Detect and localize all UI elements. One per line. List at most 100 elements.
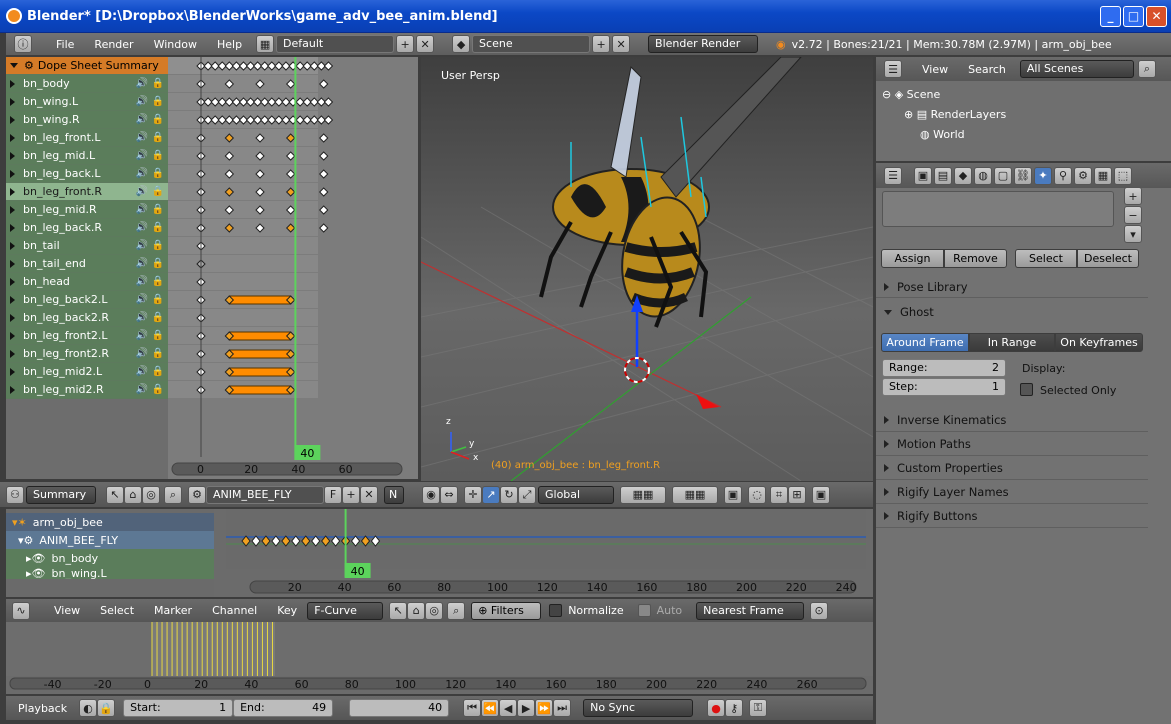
3d-viewport[interactable]: User Persp z y x (40) arm_obj_bee: bn_l… [421,57,873,481]
channel-mute-lock-icons[interactable]: 🔊 🔒 [136,240,164,251]
pivot-icon[interactable]: ⇔ [440,485,458,504]
remove-group-icon[interactable]: − [1124,206,1142,224]
add-layout-icon[interactable]: + [396,35,415,53]
channel-row[interactable]: bn_leg_mid2.L 🔊 🔒 [6,363,168,381]
n-dropdown[interactable]: N [384,485,404,504]
render-tab-icon[interactable]: ▣ [914,166,932,185]
selected-only-checkbox[interactable] [1020,383,1033,396]
add-group-icon[interactable]: + [1124,187,1142,205]
channel-mute-lock-icons[interactable]: 🔊 🔒 [136,312,164,323]
dopesheet-mode-dropdown[interactable]: Summary [26,485,96,504]
menu-render[interactable]: Render [84,38,143,51]
bone-constraint-tab-icon[interactable]: ⚲ [1054,166,1072,185]
dopesheet-search-icon[interactable]: ⌕ [164,485,182,504]
expand-icon[interactable] [10,79,15,88]
bone-tab-icon[interactable]: ✦ [1034,166,1052,185]
proportional-icon[interactable]: ◌ [748,485,766,504]
scene-icon[interactable]: ◆ [452,35,471,53]
graph-search-icon[interactable]: ⌕ [447,601,466,620]
channel-mute-lock-icons[interactable]: 🔊 🔒 [136,330,164,341]
ghost-icon[interactable]: ⌂ [124,485,142,504]
graph-menu-key[interactable]: Key [267,604,307,617]
expand-icon[interactable] [10,169,15,178]
menu-window[interactable]: Window [144,38,207,51]
outliner-search-icon[interactable]: ⌕ [1137,60,1156,78]
lock-range-icon[interactable]: 🔒 [97,699,116,717]
jump-start-icon[interactable]: ⏮ [463,699,482,717]
texture-tab-icon[interactable]: ⬚ [1114,166,1132,185]
channel-mute-lock-icons[interactable]: 🔊 🔒 [136,222,164,233]
material-tab-icon[interactable]: ▦ [1094,166,1112,185]
outliner-filter-dropdown[interactable]: All Scenes [1019,60,1134,78]
pose-library-panel[interactable]: Pose Library [876,276,1148,298]
expand-icon[interactable] [10,241,15,250]
info-editor-icon[interactable]: ⓘ [14,35,32,53]
graph-mode-dropdown[interactable]: F-Curve [307,601,384,620]
channel-row[interactable]: bn_leg_front.R 🔊 🔒 [6,183,168,201]
graph-menu-select[interactable]: Select [90,604,144,617]
expand-icon[interactable] [10,205,15,214]
scene-tab-icon[interactable]: ◆ [954,166,972,185]
deselect-button[interactable]: Deselect [1077,249,1139,268]
sync-dropdown[interactable]: No Sync [583,699,694,717]
graph-menu-channel[interactable]: Channel [202,604,267,617]
expand-icon[interactable] [10,367,15,376]
nla-row-bn-wing[interactable]: ▸👁 bn_wing.L [6,567,214,579]
graph-editor-icon[interactable]: ∿ [12,601,30,620]
remove-button[interactable]: Remove [944,249,1007,268]
channel-mute-lock-icons[interactable]: 🔊 🔒 [136,186,164,197]
panel-header[interactable]: Rigify Layer Names [876,480,1148,504]
start-frame-field[interactable]: Start: 1 [123,699,234,717]
channel-mute-lock-icons[interactable]: 🔊 🔒 [136,294,164,305]
outliner-item-world[interactable]: ◍ World [882,125,1171,145]
channel-row[interactable]: bn_leg_front.L 🔊 🔒 [6,129,168,147]
outliner-menu-search[interactable]: Search [958,63,1016,76]
dopesheet-editor-icon[interactable]: ⚇ [6,485,24,504]
channel-row[interactable]: bn_leg_back.L 🔊 🔒 [6,165,168,183]
channel-row[interactable]: bn_wing.R 🔊 🔒 [6,111,168,129]
channel-row[interactable]: bn_leg_back2.L 🔊 🔒 [6,291,168,309]
layers2-icon[interactable]: ▦▦ [672,485,718,504]
menu-help[interactable]: Help [207,38,252,51]
channel-mute-lock-icons[interactable]: 🔊 🔒 [136,348,164,359]
nla-row-action[interactable]: ▾⚙ ANIM_BEE_FLY [6,531,214,549]
keying-icon[interactable]: ⚿ [749,699,768,717]
expand-icon[interactable] [10,151,15,160]
graph-menu-marker[interactable]: Marker [144,604,202,617]
channel-row[interactable]: bn_head 🔊 🔒 [6,273,168,291]
shading-icon[interactable]: ◉ [422,485,440,504]
outliner-editor-icon[interactable]: ☰ [884,60,902,78]
object-tab-icon[interactable]: ▢ [994,166,1012,185]
expand-icon[interactable] [10,115,15,124]
timeline-canvas[interactable]: -40 -20 0 20 40 60 80 100 120 140 160 180 200 220 240 2… [6,622,873,694]
channel-mute-lock-icons[interactable]: 🔊 🔒 [136,132,164,143]
layout-field[interactable]: Default [276,35,395,53]
pivot-point-icon[interactable]: ⊙ [810,601,829,620]
graph-only-selected-icon[interactable]: ↖ [389,601,408,620]
filters-button[interactable]: ⊕ Filters [471,601,542,620]
channel-mute-lock-icons[interactable]: 🔊 🔒 [136,276,164,287]
expand-icon[interactable] [10,331,15,340]
rotate-icon[interactable]: ↻ [500,485,518,504]
expand-icon[interactable] [10,385,15,394]
expand-icon[interactable] [10,223,15,232]
dopesheet-summary-row[interactable]: ⚙ Dope Sheet Summary [6,57,168,75]
channel-row[interactable]: bn_leg_front2.R 🔊 🔒 [6,345,168,363]
minimize-button[interactable]: _ [1100,6,1121,27]
panel-header[interactable]: Custom Properties [876,456,1148,480]
graph-errors-icon[interactable]: ◎ [425,601,444,620]
filter-errors-icon[interactable]: ◎ [142,485,160,504]
constraint-tab-icon[interactable]: ⛓ [1014,166,1032,185]
end-frame-field[interactable]: End: 49 [233,699,334,717]
expand-icon[interactable] [10,277,15,286]
assign-button[interactable]: Assign [881,249,944,268]
action-icon[interactable]: ⚙ [188,485,206,504]
manipulator-icon[interactable]: ✛ [464,485,482,504]
unlink-action-icon[interactable]: ✕ [360,485,378,504]
current-frame-field[interactable]: 40 [349,699,450,717]
world-tab-icon[interactable]: ◍ [974,166,992,185]
channel-row[interactable]: bn_wing.L 🔊 🔒 [6,93,168,111]
channel-mute-lock-icons[interactable]: 🔊 🔒 [136,258,164,269]
normalize-checkbox[interactable] [549,604,563,617]
nla-row-armature[interactable]: ▾✶ arm_obj_bee [6,513,214,531]
